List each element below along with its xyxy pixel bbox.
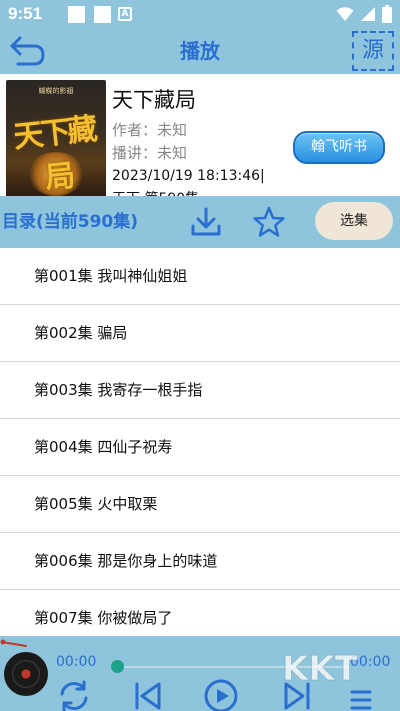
status-time: 9:51 <box>8 4 43 23</box>
player-bar: 00:00 00:00 <box>0 636 400 711</box>
progress-thumb[interactable] <box>111 660 124 673</box>
episode-label: 第003集 我寄存一根手指 <box>34 381 203 399</box>
episode-label: 第001集 我叫神仙姐姐 <box>34 267 188 285</box>
playlist-icon[interactable] <box>350 686 372 711</box>
cover-author-text: 蝴蝶的影翅 <box>38 87 74 95</box>
vinyl-disc-icon[interactable] <box>4 652 48 696</box>
episode-item[interactable]: 第003集 我寄存一根手指 <box>0 362 400 419</box>
back-icon[interactable] <box>8 32 48 70</box>
catalog-title: 目录(当前590集) <box>2 212 139 232</box>
episode-list: 第001集 我叫神仙姐姐 第002集 骗局 第003集 我寄存一根手指 第004… <box>0 248 400 636</box>
page-title: 播放 <box>180 39 220 63</box>
episode-item[interactable]: 第006集 那是你身上的味道 <box>0 533 400 590</box>
episode-item[interactable]: 第007集 你被做局了 <box>0 590 400 636</box>
source-button[interactable]: 源 <box>352 31 394 71</box>
download-icon[interactable] <box>190 206 222 238</box>
notification-square-icon <box>68 6 85 23</box>
signal-icon <box>361 7 375 21</box>
play-icon[interactable] <box>203 678 239 711</box>
app-root: 9:51 A 播放 源 蝴蝶的影翅 天下藏局 天下藏局 作者：未知 播讲：未知 … <box>0 0 400 711</box>
loop-icon[interactable] <box>56 678 92 711</box>
episode-label: 第005集 火中取栗 <box>34 495 158 513</box>
notification-a-icon: A <box>118 7 132 21</box>
book-author: 作者：未知 <box>112 121 188 139</box>
app-header: 播放 源 <box>0 28 400 74</box>
status-bar: 9:51 A <box>0 0 400 28</box>
episode-label: 第002集 骗局 <box>34 324 128 342</box>
tonearm-icon <box>0 639 27 647</box>
book-cover[interactable]: 蝴蝶的影翅 天下藏局 <box>6 80 106 196</box>
status-icons <box>336 5 392 23</box>
cover-title-text: 天下藏局 <box>11 111 97 196</box>
episode-item[interactable]: 第002集 骗局 <box>0 305 400 362</box>
favorite-star-icon[interactable] <box>252 205 286 239</box>
progress-track[interactable] <box>117 666 347 668</box>
episode-item[interactable]: 第004集 四仙子祝寿 <box>0 419 400 476</box>
previous-icon[interactable] <box>131 678 167 711</box>
episode-label: 第004集 四仙子祝寿 <box>34 438 173 456</box>
episode-label: 第007集 你被做局了 <box>34 609 173 627</box>
catalog-bar: 目录(当前590集) 选集 <box>0 196 400 248</box>
book-narrator: 播讲：未知 <box>112 144 188 162</box>
current-time: 00:00 <box>56 654 97 670</box>
hanfei-listen-button[interactable]: 翰飞听书 <box>293 131 385 164</box>
episode-item[interactable]: 第001集 我叫神仙姐姐 <box>0 248 400 305</box>
episode-label: 第006集 那是你身上的味道 <box>34 552 218 570</box>
select-episode-button[interactable]: 选集 <box>315 202 393 240</box>
latest-episode-text: 天下 第590集 <box>112 188 199 196</box>
total-time: 00:00 <box>350 654 391 670</box>
notification-square-icon <box>94 6 111 23</box>
next-icon[interactable] <box>278 678 314 711</box>
battery-icon <box>382 5 392 23</box>
book-title: 天下藏局 <box>112 88 196 112</box>
episode-item[interactable]: 第005集 火中取栗 <box>0 476 400 533</box>
update-timestamp: 2023/10/19 18:13:46| <box>112 168 265 184</box>
wifi-icon <box>336 7 354 21</box>
